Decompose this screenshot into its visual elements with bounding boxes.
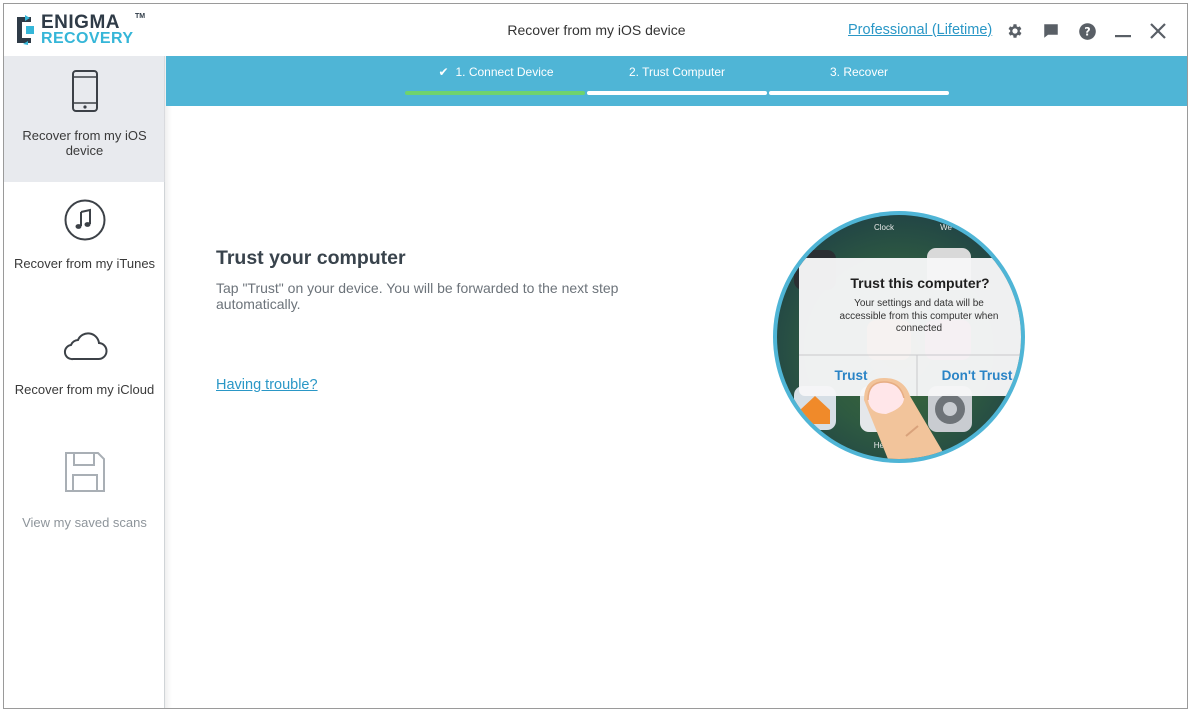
dialog-body-line: accessible from this computer when (840, 311, 999, 322)
svg-text:?: ? (1084, 25, 1090, 38)
feedback-chat-icon[interactable] (1040, 20, 1062, 42)
license-link[interactable]: Professional (Lifetime) (848, 22, 992, 38)
logo-trademark: TM (135, 13, 146, 20)
page-title: Trust your computer (216, 247, 406, 269)
instruction-text: Tap "Trust" on your device. You will be … (216, 280, 619, 312)
sidebar: Recover from my iOS device Recover from … (4, 56, 172, 708)
progress-stepper: ✔ 1. Connect Device 2. Trust Computer 3. … (166, 56, 1187, 106)
dialog-trust-button: Trust (834, 368, 868, 383)
music-note-icon (64, 199, 105, 241)
step-progress-pending (769, 91, 949, 95)
dialog-title: Trust this computer? (850, 275, 989, 291)
step-connect-device: ✔ 1. Connect Device (406, 65, 586, 79)
step-label: 2. Trust Computer (628, 65, 726, 79)
step-label: 3. Recover (829, 65, 889, 79)
step-progress-current (587, 91, 767, 95)
having-trouble-link[interactable]: Having trouble? (216, 377, 318, 393)
dialog-body-line: Your settings and data will be (854, 298, 984, 309)
sidebar-item-ios-device[interactable]: Recover from my iOS device (4, 56, 165, 182)
close-icon[interactable] (1147, 20, 1169, 42)
sidebar-item-label: View my saved scans (22, 515, 147, 530)
app-window: ENIGMA TM RECOVERY Recover from my iOS d… (3, 3, 1188, 709)
sidebar-item-itunes[interactable]: Recover from my iTunes (4, 186, 165, 312)
phone-icon (71, 70, 98, 112)
cloud-icon (63, 332, 107, 361)
sidebar-item-saved-scans[interactable]: View my saved scans (4, 438, 165, 564)
title-bar: ENIGMA TM RECOVERY Recover from my iOS d… (4, 4, 1187, 56)
help-icon[interactable]: ? (1076, 20, 1098, 42)
sidebar-item-label: Recover from my iTunes (13, 256, 156, 271)
step-label: 1. Connect Device (455, 65, 554, 79)
minimize-icon[interactable] (1112, 20, 1134, 42)
floppy-disk-icon (64, 452, 105, 492)
dialog-dont-trust-button: Don't Trust (942, 368, 1013, 383)
sidebar-item-label: Recover from my iCloud (14, 382, 155, 397)
bg-app-label-clock: Clock (874, 223, 895, 232)
checkmark-icon: ✔ (438, 65, 449, 79)
dialog-body-line: connected (896, 323, 942, 334)
step-recover: 3. Recover (769, 65, 949, 79)
sidebar-item-icloud[interactable]: Recover from my iCloud (4, 312, 165, 438)
trust-dialog-illustration: Clock We Heal Trust this computer? Your … (773, 211, 1025, 463)
settings-gear-icon[interactable] (1004, 20, 1026, 42)
sidebar-item-label: Recover from my iOS device (22, 128, 147, 158)
step-progress-done (405, 91, 585, 95)
step-trust-computer: 2. Trust Computer (587, 65, 767, 79)
